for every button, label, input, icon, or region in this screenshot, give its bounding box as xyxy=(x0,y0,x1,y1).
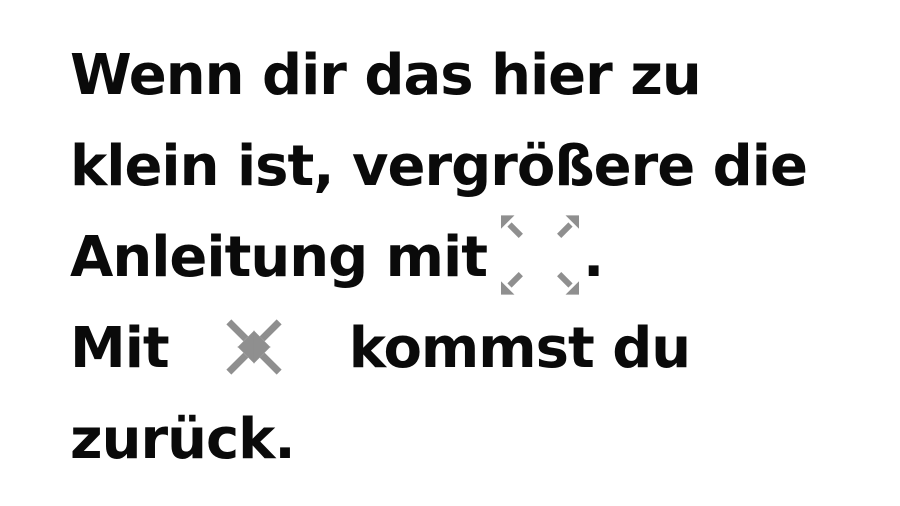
instruction-line-3-text: Anleitung mit xyxy=(70,225,488,290)
instruction-line-4-tail: kommst du xyxy=(348,316,691,381)
instruction-line-1: Wenn dir das hier zu xyxy=(70,43,702,108)
instruction-line-3-period: . xyxy=(582,225,604,290)
instruction-line-5: zurück. xyxy=(70,407,296,472)
fullscreen-expand-icon xyxy=(500,215,579,295)
instruction-line-2: klein ist, vergrößere die xyxy=(70,134,808,199)
fullscreen-collapse-icon xyxy=(207,304,301,388)
instruction-line-4: Mit kommst du xyxy=(70,303,870,394)
instruction-line-3: Anleitung mit. xyxy=(70,212,870,303)
instruction-line-4-text: Mit xyxy=(70,316,170,381)
instruction-text: Wenn dir das hier zu klein ist, vergröße… xyxy=(70,30,870,485)
